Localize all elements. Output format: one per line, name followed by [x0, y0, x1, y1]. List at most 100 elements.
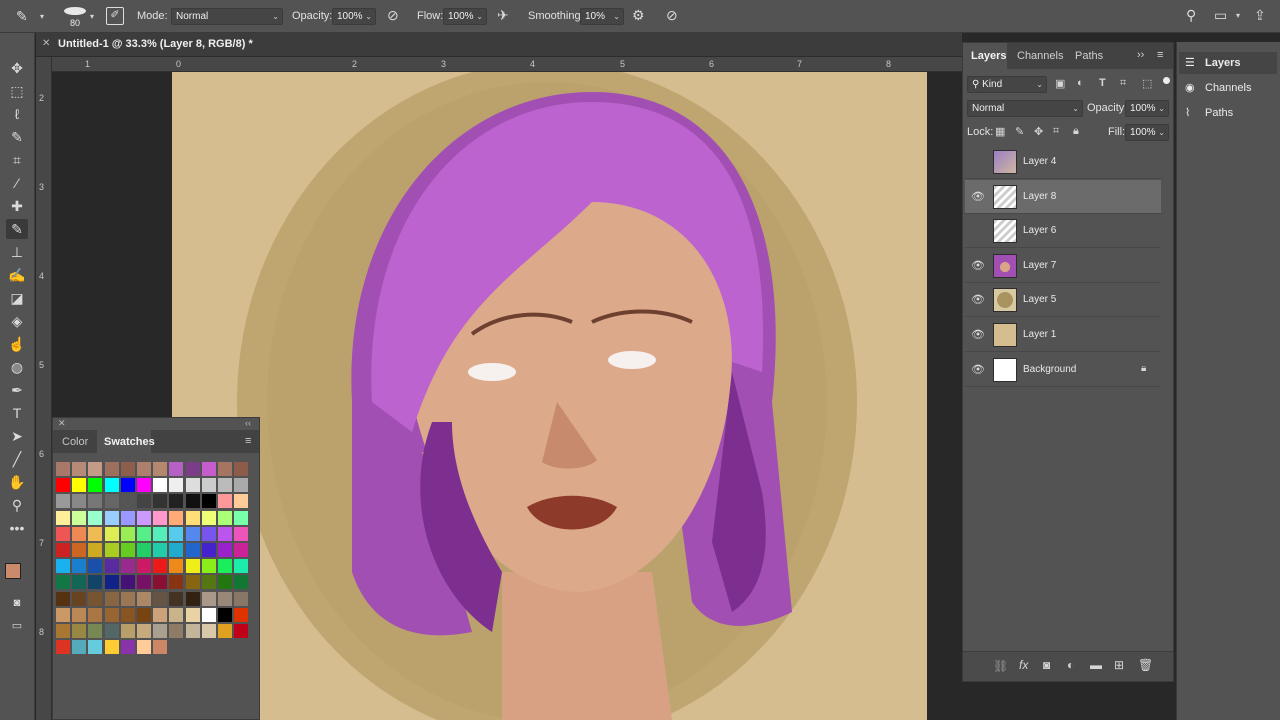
color-swatch[interactable] — [234, 494, 249, 509]
color-swatch[interactable] — [153, 543, 168, 557]
smoothing-input[interactable]: 10% ⌄ — [580, 8, 624, 25]
tool-preset-chevron-icon[interactable]: ▾ — [40, 12, 44, 21]
color-swatch[interactable] — [153, 462, 168, 476]
color-swatch[interactable] — [56, 624, 70, 638]
mode-select[interactable]: Normal ⌄ — [171, 8, 283, 25]
chevron-down-icon[interactable]: ▾ — [1236, 11, 1240, 20]
color-swatch[interactable] — [185, 591, 200, 606]
color-swatch[interactable] — [88, 591, 103, 606]
search-icon[interactable]: ⚲ — [1186, 7, 1196, 24]
color-swatch[interactable] — [169, 543, 184, 557]
color-swatch[interactable] — [201, 591, 216, 606]
close-icon[interactable]: ✕ — [42, 38, 50, 49]
color-swatch[interactable] — [120, 575, 135, 590]
color-swatch[interactable] — [153, 624, 168, 638]
color-swatch[interactable] — [72, 591, 87, 606]
marquee-tool-icon[interactable]: ⬚ — [6, 81, 28, 101]
color-swatch[interactable] — [234, 510, 249, 525]
quick-selection-tool-icon[interactable]: ✎ — [6, 127, 28, 147]
color-swatch[interactable] — [72, 543, 87, 557]
pen-tool-icon[interactable]: ✒ — [6, 380, 28, 400]
color-swatch[interactable] — [72, 624, 87, 638]
color-swatch[interactable] — [185, 526, 200, 541]
color-swatch[interactable] — [185, 462, 200, 476]
color-swatch[interactable] — [72, 607, 87, 622]
brush-settings-icon[interactable]: ✐ — [106, 7, 124, 25]
visibility-eye-icon[interactable]: 👁︎ — [971, 328, 985, 341]
visibility-eye-icon[interactable]: 👁︎ — [971, 259, 985, 272]
color-swatch[interactable] — [104, 494, 119, 509]
color-swatch[interactable] — [234, 591, 249, 606]
color-swatch[interactable] — [218, 510, 232, 525]
pressure-size-icon[interactable]: ⊘ — [666, 7, 678, 24]
color-swatch[interactable] — [104, 478, 119, 493]
color-swatch[interactable] — [218, 559, 232, 574]
color-swatch[interactable] — [72, 462, 87, 476]
color-swatch[interactable] — [137, 591, 151, 606]
panel-menu-icon[interactable]: ≡ — [245, 435, 251, 447]
color-swatch[interactable] — [72, 478, 87, 493]
color-swatch[interactable] — [234, 575, 249, 590]
filter-pixel-icon[interactable]: ▣ — [1055, 77, 1065, 90]
color-swatch[interactable] — [120, 543, 135, 557]
gear-icon[interactable]: ⚙ — [632, 7, 645, 24]
color-swatch[interactable] — [88, 526, 103, 541]
color-swatch[interactable] — [218, 607, 232, 622]
quick-mask-icon[interactable]: ◙ — [6, 593, 28, 613]
screen-mode-icon[interactable]: ▭ — [6, 616, 28, 636]
color-swatch[interactable] — [88, 494, 103, 509]
filter-toggle-icon[interactable] — [1163, 77, 1170, 84]
color-swatch[interactable] — [169, 526, 184, 541]
brush-tool-icon[interactable]: ✎ — [16, 8, 28, 25]
tab-channels[interactable]: Channels — [1017, 50, 1063, 62]
color-swatch[interactable] — [56, 640, 70, 655]
color-swatch[interactable] — [218, 478, 232, 493]
color-swatch[interactable] — [153, 575, 168, 590]
color-swatch[interactable] — [104, 640, 119, 655]
color-swatch[interactable] — [234, 478, 249, 493]
color-swatch[interactable] — [218, 494, 232, 509]
fx-icon[interactable]: fx — [1019, 658, 1028, 672]
color-swatch[interactable] — [185, 607, 200, 622]
layer-opacity-input[interactable]: 100% ⌄ — [1125, 100, 1169, 117]
color-swatch[interactable] — [185, 494, 200, 509]
color-swatch[interactable] — [88, 478, 103, 493]
collapse-icon[interactable]: ‹‹ — [245, 418, 251, 428]
lasso-tool-icon[interactable]: ℓ — [6, 104, 28, 124]
zoom-tool-icon[interactable]: ⚲ — [6, 495, 28, 515]
filter-shape-icon[interactable]: ⌗ — [1120, 77, 1126, 90]
color-swatch[interactable] — [56, 526, 70, 541]
color-swatch[interactable] — [201, 510, 216, 525]
color-swatch[interactable] — [104, 591, 119, 606]
color-swatch[interactable] — [234, 559, 249, 574]
visibility-eye-icon[interactable] — [971, 155, 983, 167]
color-swatch[interactable] — [104, 510, 119, 525]
move-tool-icon[interactable]: ✥ — [6, 58, 28, 78]
color-swatch[interactable] — [218, 543, 232, 557]
visibility-eye-icon[interactable]: 👁︎ — [971, 363, 985, 376]
dock-item-paths[interactable]: Paths — [1205, 107, 1233, 119]
color-swatch[interactable] — [201, 526, 216, 541]
color-swatch[interactable] — [218, 624, 232, 638]
color-swatch[interactable] — [72, 640, 87, 655]
panel-menu-icon[interactable]: ≡ — [1157, 49, 1163, 61]
trash-icon[interactable]: 🗑︎ — [1138, 658, 1153, 672]
layer-filter-select[interactable]: ⚲ Kind ⌄ — [967, 76, 1047, 93]
color-swatch[interactable] — [88, 462, 103, 476]
paint-bucket-tool-icon[interactable]: ◈ — [6, 311, 28, 331]
lock-position-icon[interactable]: ✥ — [1034, 125, 1043, 138]
color-swatch[interactable] — [153, 591, 168, 606]
color-swatch[interactable] — [153, 640, 168, 655]
lock-all-icon[interactable]: 🔒︎ — [1073, 125, 1079, 138]
layer-row[interactable]: 👁︎ Layer 7 — [965, 249, 1161, 283]
healing-brush-tool-icon[interactable]: ✚ — [6, 196, 28, 216]
color-swatch[interactable] — [72, 575, 87, 590]
color-swatch[interactable] — [88, 575, 103, 590]
layer-row[interactable]: Layer 4 — [965, 145, 1161, 179]
color-swatch[interactable] — [153, 510, 168, 525]
blend-mode-select[interactable]: Normal ⌄ — [967, 100, 1083, 117]
color-swatch[interactable] — [137, 607, 151, 622]
color-swatch[interactable] — [153, 559, 168, 574]
foreground-color-swatch[interactable] — [5, 563, 21, 579]
filter-type-icon[interactable]: T — [1099, 77, 1106, 89]
